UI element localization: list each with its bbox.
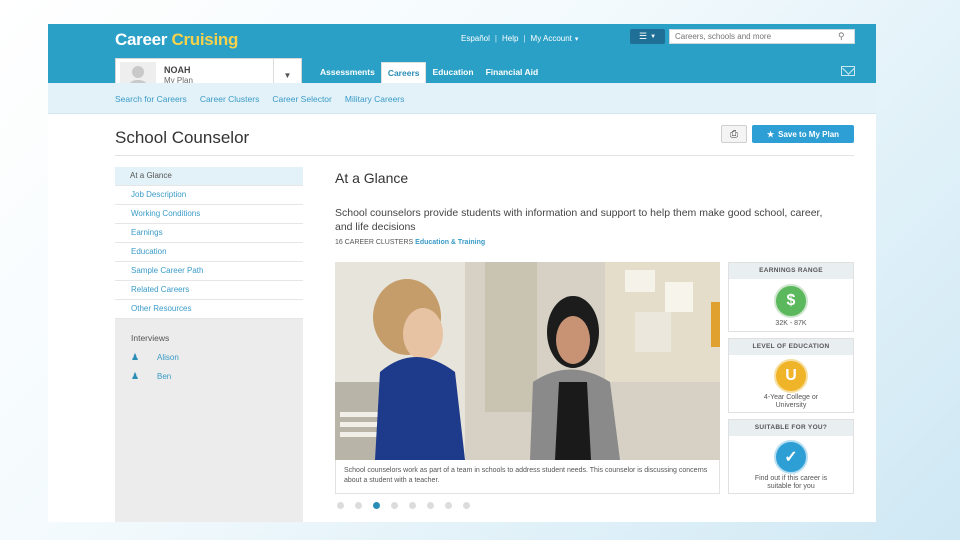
education-card-title: LEVEL OF EDUCATION: [729, 339, 853, 355]
education-card: LEVEL OF EDUCATION U 4-Year College or U…: [728, 338, 854, 413]
top-header: Career Cruising Español | Help | My Acco…: [48, 24, 876, 92]
slide-dot-7[interactable]: [445, 502, 452, 509]
earnings-card: EARNINGS RANGE $ 32K - 87K: [728, 262, 854, 332]
slide-dot-4[interactable]: [391, 502, 398, 509]
photo-caption: School counselors work as part of a team…: [335, 460, 720, 494]
printer-icon: ⎙: [730, 128, 738, 140]
subnav-search-for-careers[interactable]: Search for Careers: [115, 94, 187, 104]
chevron-down-icon: ▾: [574, 36, 579, 43]
my-account-link[interactable]: My Account ▾: [531, 34, 579, 43]
career-cruising-logo[interactable]: Career Cruising: [115, 30, 238, 50]
suitable-card[interactable]: SUITABLE FOR YOU? ✓ Find out if this car…: [728, 419, 854, 494]
print-button[interactable]: ⎙: [721, 125, 747, 143]
interviews-heading: Interviews: [131, 333, 170, 343]
career-photo: [335, 262, 720, 460]
chevron-down-icon: ▼: [650, 33, 657, 40]
suitable-value[interactable]: Find out if this career is suitable for …: [729, 475, 853, 491]
sidebar-item-job-description[interactable]: Job Description: [115, 186, 303, 205]
career-description: School counselors provide students with …: [335, 207, 823, 233]
slide-dot-6[interactable]: [427, 502, 434, 509]
sidebar-item-other-resources[interactable]: Other Resources: [115, 300, 303, 319]
sidebar: At a Glance Job Description Working Cond…: [115, 167, 303, 522]
subnav-career-selector[interactable]: Career Selector: [272, 94, 332, 104]
section-heading: At a Glance: [335, 170, 409, 186]
nav-financial-aid[interactable]: Financial Aid: [480, 62, 545, 83]
sub-nav: Search for Careers Career Clusters Caree…: [48, 83, 876, 114]
nav-education[interactable]: Education: [426, 62, 479, 83]
slide-dot-1[interactable]: [337, 502, 344, 509]
user-name: NOAH: [164, 65, 191, 75]
search-icon[interactable]: ⚲: [838, 31, 845, 42]
career-cluster-line: 16 CAREER CLUSTERS Education & Training: [335, 239, 486, 246]
slide-indicator: [337, 502, 470, 509]
main-nav: Assessments Careers Education Financial …: [314, 62, 544, 83]
education-value: 4-Year College or University: [763, 394, 819, 409]
photo-illustration: [335, 262, 720, 460]
mail-icon[interactable]: [841, 66, 855, 76]
university-icon: U: [774, 359, 808, 393]
dollar-icon: $: [774, 284, 808, 318]
search-input[interactable]: [670, 30, 838, 43]
search-bar: ⚲: [669, 29, 855, 44]
slide-dot-2[interactable]: [355, 502, 362, 509]
checkmark-icon: ✓: [774, 440, 808, 474]
slide-dot-5[interactable]: [409, 502, 416, 509]
section-menu: At a Glance Job Description Working Cond…: [115, 167, 303, 319]
sidebar-item-education[interactable]: Education: [115, 243, 303, 262]
interview-alison[interactable]: ♟ Alison: [131, 352, 179, 363]
subnav-career-clusters[interactable]: Career Clusters: [200, 94, 260, 104]
person-icon: ♟: [131, 371, 140, 381]
list-icon: ☰: [638, 31, 648, 41]
sidebar-item-related-careers[interactable]: Related Careers: [115, 281, 303, 300]
person-icon: ♟: [131, 352, 140, 362]
divider: [115, 155, 854, 156]
save-to-plan-button[interactable]: ★ Save to My Plan: [752, 125, 854, 143]
sidebar-item-sample-career-path[interactable]: Sample Career Path: [115, 262, 303, 281]
slide-dot-8[interactable]: [463, 502, 470, 509]
help-link[interactable]: Help: [502, 34, 518, 43]
subnav-military-careers[interactable]: Military Careers: [345, 94, 405, 104]
suitable-card-title: SUITABLE FOR YOU?: [729, 420, 853, 436]
career-cluster-link[interactable]: Education & Training: [415, 239, 485, 246]
app-window: Career Cruising Español | Help | My Acco…: [48, 24, 876, 522]
espanol-link[interactable]: Español: [461, 34, 490, 43]
sidebar-item-earnings[interactable]: Earnings: [115, 224, 303, 243]
search-category-dropdown[interactable]: ☰ ▼: [630, 29, 665, 44]
sidebar-item-at-a-glance[interactable]: At a Glance: [115, 167, 303, 186]
page-title: School Counselor: [115, 128, 250, 147]
star-icon: ★: [766, 129, 775, 139]
nav-careers[interactable]: Careers: [380, 62, 427, 83]
earnings-value: 32K - 87K: [775, 320, 807, 327]
interview-ben[interactable]: ♟ Ben: [131, 371, 171, 382]
utility-links: Español | Help | My Account ▾: [461, 34, 579, 43]
earnings-card-title: EARNINGS RANGE: [729, 263, 853, 279]
slide-dot-3[interactable]: [373, 502, 380, 509]
sidebar-item-working-conditions[interactable]: Working Conditions: [115, 205, 303, 224]
nav-assessments[interactable]: Assessments: [314, 62, 381, 83]
